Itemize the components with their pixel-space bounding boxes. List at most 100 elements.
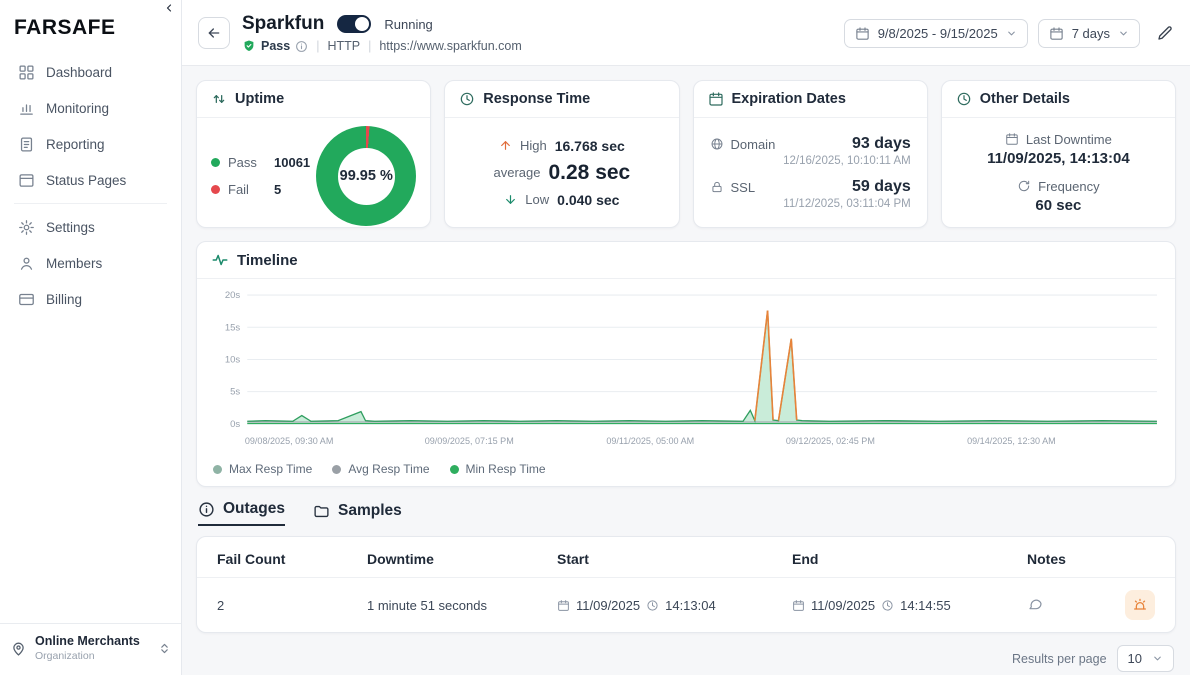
- range-preset-select[interactable]: 7 days: [1038, 19, 1140, 48]
- folder-icon: [313, 503, 330, 520]
- running-toggle[interactable]: [337, 15, 371, 33]
- svg-text:5s: 5s: [230, 387, 240, 398]
- results-per-page-label: Results per page: [1012, 652, 1107, 666]
- brand-logo: FARSAFE: [0, 0, 181, 54]
- uptime-fail-row: Fail 5: [211, 182, 310, 197]
- svg-text:09/09/2025, 07:15 PM: 09/09/2025, 07:15 PM: [425, 436, 514, 446]
- clock-icon: [459, 91, 475, 107]
- calendar-icon: [792, 599, 805, 612]
- status-text: Pass: [261, 39, 290, 53]
- card-title: Other Details: [980, 91, 1070, 107]
- sidebar-item-label: Billing: [46, 292, 82, 307]
- dashboard-icon: [18, 64, 35, 81]
- arrow-left-icon: [206, 25, 222, 41]
- info-icon[interactable]: [295, 40, 308, 53]
- start-time: 14:13:04: [665, 598, 716, 613]
- refresh-icon: [1017, 179, 1031, 193]
- chart-legend: Max Resp Time Avg Resp Time Min Resp Tim…: [197, 460, 1175, 486]
- legend-item-min[interactable]: Min Resp Time: [450, 462, 546, 476]
- timeline-legend-dot-2: [450, 465, 459, 474]
- sidebar-item-label: Reporting: [46, 137, 105, 152]
- timeline-chart[interactable]: 0s5s10s15s20s09/08/2025, 09:30 AM09/09/2…: [197, 279, 1175, 460]
- org-expander-icon[interactable]: [158, 642, 171, 655]
- info-circle-icon: [198, 501, 215, 518]
- title-block: Sparkfun Running Pass | HTTP | https://w…: [242, 13, 522, 53]
- legend-item-max[interactable]: Max Resp Time: [213, 462, 312, 476]
- tab-samples-label: Samples: [338, 502, 402, 520]
- sidebar-item-members[interactable]: Members: [0, 245, 181, 281]
- page-size-value: 10: [1128, 651, 1142, 666]
- chevron-down-icon: [1118, 28, 1129, 39]
- stat-cards: Uptime Pass 10061 Fail 5: [182, 66, 1190, 228]
- timeline-legend-dot-0: [213, 465, 222, 474]
- app-root: FARSAFE Dashboard Monitoring Reporting S…: [0, 0, 1190, 675]
- frequency-group: Frequency 60 sec: [1017, 179, 1099, 214]
- lock-icon: [710, 180, 724, 194]
- sidebar-item-dashboard[interactable]: Dashboard: [0, 54, 181, 90]
- date-range-value: 9/8/2025 - 9/15/2025: [878, 26, 998, 41]
- last-downtime-value: 11/09/2025, 14:13:04: [987, 150, 1130, 167]
- pagination: Results per page 10: [198, 645, 1174, 672]
- sidebar-item-label: Dashboard: [46, 65, 112, 80]
- domain-label: Domain: [731, 137, 776, 152]
- chevron-down-icon: [1006, 28, 1017, 39]
- frequency-value: 60 sec: [1035, 197, 1081, 214]
- frequency-label: Frequency: [1038, 179, 1099, 194]
- separator: |: [316, 39, 319, 53]
- response-time-chart-svg: 0s5s10s15s20s09/08/2025, 09:30 AM09/09/2…: [207, 285, 1165, 458]
- siren-alert-icon[interactable]: [1125, 590, 1155, 620]
- calendar-icon: [855, 26, 870, 41]
- response-high-value: 16.768 sec: [555, 138, 625, 154]
- date-range-picker[interactable]: 9/8/2025 - 9/15/2025: [844, 19, 1028, 48]
- back-button[interactable]: [198, 17, 230, 49]
- chevron-down-icon: [1152, 653, 1163, 664]
- col-fail-count: Fail Count: [217, 551, 367, 567]
- table-row[interactable]: 2 1 minute 51 seconds 11/09/2025 14:13:0…: [197, 578, 1175, 632]
- svg-text:20s: 20s: [225, 290, 241, 301]
- svg-text:0s: 0s: [230, 419, 240, 430]
- edit-pencil-icon[interactable]: [1156, 24, 1174, 42]
- uptime-pass-label: Pass: [228, 155, 258, 170]
- tab-samples[interactable]: Samples: [313, 502, 402, 526]
- page-size-select[interactable]: 10: [1117, 645, 1174, 672]
- sidebar-menu: Dashboard Monitoring Reporting Status Pa…: [0, 54, 181, 317]
- monitor-url-link[interactable]: https://www.sparkfun.com: [379, 39, 521, 53]
- clock-icon: [881, 599, 894, 612]
- last-downtime-group: Last Downtime 11/09/2025, 14:13:04: [987, 132, 1130, 167]
- sidebar-item-label: Monitoring: [46, 101, 109, 116]
- sidebar-collapse-icon[interactable]: [163, 2, 175, 14]
- clock-icon: [956, 91, 972, 107]
- tab-outages[interactable]: Outages: [198, 500, 285, 526]
- end-date: 11/09/2025: [811, 598, 875, 613]
- end-cell: 11/09/2025 14:14:55: [792, 598, 1027, 613]
- legend-label: Avg Resp Time: [348, 462, 429, 476]
- status-badge: Pass: [242, 39, 308, 53]
- org-switcher[interactable]: Online Merchants Organization: [0, 623, 181, 675]
- fail-count-cell: 2: [217, 598, 367, 613]
- response-high-row: High 16.768 sec: [499, 138, 625, 154]
- running-label: Running: [384, 17, 432, 32]
- activity-pulse-icon: [211, 251, 229, 269]
- legend-item-avg[interactable]: Avg Resp Time: [332, 462, 429, 476]
- legend-label: Min Resp Time: [466, 462, 546, 476]
- calendar-icon: [557, 599, 570, 612]
- sidebar-item-status-pages[interactable]: Status Pages: [0, 162, 181, 198]
- range-preset-value: 7 days: [1072, 26, 1110, 41]
- domain-expiration-row: Domain 93 days 12/16/2025, 10:10:11 AM: [710, 135, 911, 167]
- response-low-label: Low: [525, 192, 549, 207]
- sidebar-item-settings[interactable]: Settings: [0, 209, 181, 245]
- svg-text:09/12/2025, 02:45 PM: 09/12/2025, 02:45 PM: [786, 436, 875, 446]
- comment-bubble-icon[interactable]: [1027, 596, 1043, 612]
- card-title: Response Time: [483, 91, 590, 107]
- alert-cell: [1111, 590, 1155, 620]
- globe-icon: [710, 137, 724, 151]
- toggle-knob: [355, 17, 369, 31]
- sidebar-item-billing[interactable]: Billing: [0, 281, 181, 317]
- ssl-days-value: 59 days: [852, 178, 911, 196]
- sidebar-item-monitoring[interactable]: Monitoring: [0, 90, 181, 126]
- sidebar-item-reporting[interactable]: Reporting: [0, 126, 181, 162]
- uptime-percent: 99.95 %: [340, 168, 393, 184]
- response-low-value: 0.040 sec: [557, 192, 619, 208]
- legend-label: Max Resp Time: [229, 462, 312, 476]
- response-avg-label: average: [494, 165, 541, 180]
